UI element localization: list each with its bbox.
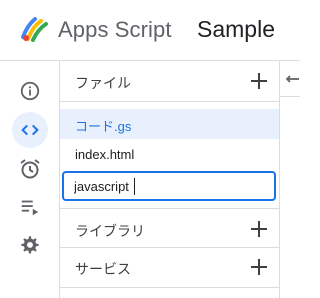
services-label: サービス	[75, 261, 131, 277]
undo-icon[interactable]	[286, 72, 300, 86]
services-section-header[interactable]: サービス	[60, 247, 279, 287]
add-service-plus-icon[interactable]	[249, 257, 269, 277]
divider	[60, 101, 279, 102]
info-icon	[20, 81, 40, 101]
file-name: index.html	[75, 147, 135, 162]
files-panel: ファイル コード.gs index.html ライブラリ サービス	[60, 61, 280, 298]
settings-button[interactable]	[12, 227, 48, 263]
triggers-button[interactable]	[12, 151, 48, 187]
gear-icon	[21, 236, 39, 254]
divider	[60, 287, 279, 288]
add-library-plus-icon[interactable]	[249, 219, 269, 239]
files-label: ファイル	[75, 75, 131, 91]
alarm-clock-icon	[20, 159, 40, 179]
code-editor-area[interactable]	[280, 61, 300, 298]
add-file-plus-icon[interactable]	[249, 71, 269, 91]
app-header: Apps Script Sample	[0, 0, 300, 61]
libraries-label: ライブラリ	[75, 223, 145, 239]
executions-button[interactable]	[12, 189, 48, 225]
editor-button[interactable]	[12, 112, 48, 148]
file-item-index-html[interactable]: index.html	[60, 140, 279, 170]
rename-file-input[interactable]	[74, 177, 264, 195]
project-title[interactable]: Sample	[197, 16, 275, 43]
libraries-section-header[interactable]: ライブラリ	[60, 209, 279, 249]
code-icon	[21, 124, 39, 136]
overview-button[interactable]	[12, 73, 48, 109]
apps-script-logo-icon[interactable]	[20, 15, 50, 43]
app-title: Apps Script	[58, 17, 172, 42]
file-name: コード.gs	[75, 119, 132, 134]
rename-file-field[interactable]	[62, 171, 276, 201]
text-caret	[134, 178, 135, 195]
editor-toolbar	[280, 61, 300, 97]
file-item-code-gs[interactable]: コード.gs	[60, 109, 279, 139]
files-section-header: ファイル	[60, 61, 279, 101]
executions-icon	[21, 200, 39, 216]
left-rail	[0, 61, 60, 298]
